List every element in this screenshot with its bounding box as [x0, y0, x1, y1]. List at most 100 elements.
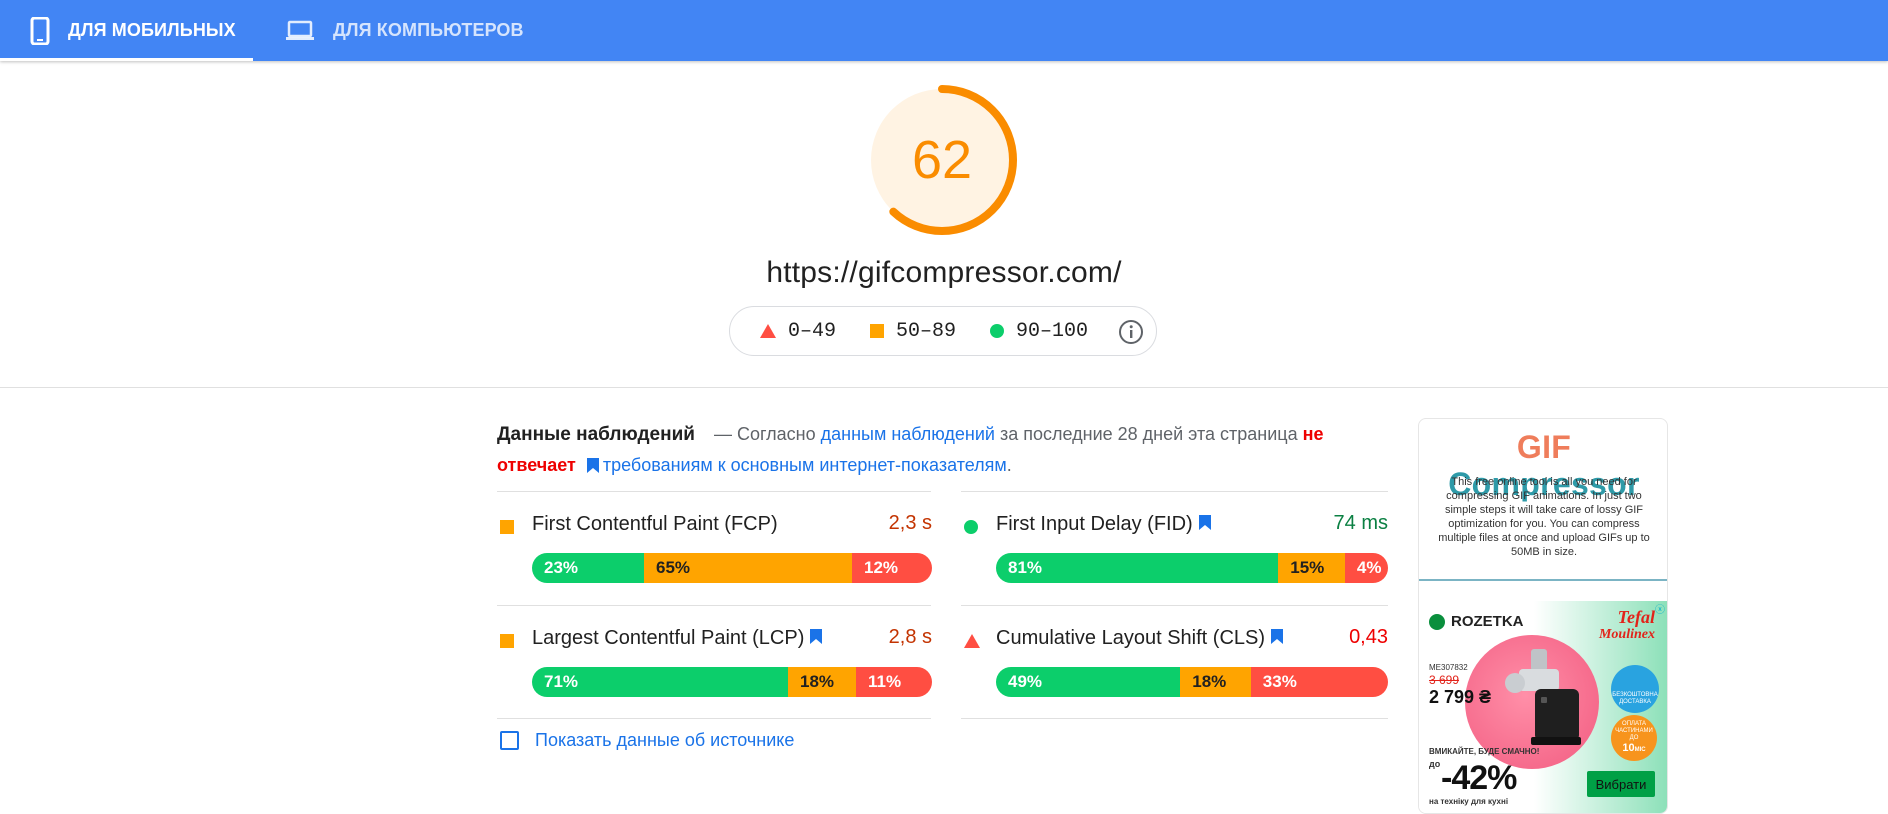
orange-square-icon [870, 324, 885, 338]
metric-fid-name: First Input Delay (FID) [996, 512, 1193, 535]
metric-fcp: First Contentful Paint (FCP) 2,3 s 23% 6… [500, 509, 932, 583]
discount-prefix: до [1429, 759, 1441, 769]
legend-pass: 90–100 [990, 320, 1088, 343]
field-data-summary: Данные наблюдений — Согласно данным набл… [497, 419, 1387, 483]
fid-good-segment: 81% [996, 553, 1279, 583]
metric-fcp-distribution-bar: 23% 65% 12% [532, 553, 932, 583]
legend-average: 50–89 [870, 320, 956, 343]
cls-good-segment: 49% [996, 667, 1181, 697]
tested-url: https://gifcompressor.com/ [766, 256, 1122, 289]
legend-pass-range: 90–100 [1016, 319, 1089, 343]
rozetka-banner[interactable]: ⓧ ROZETKA Tefal Moulinex ME307832 3 699 … [1419, 601, 1667, 813]
ad-separator [1419, 579, 1667, 581]
score-legend: 0–49 50–89 90–100 [729, 306, 1157, 356]
core-web-vitals-link[interactable]: требованиям к основным интернет-показате… [603, 455, 1007, 475]
show-origin-data-toggle[interactable]: Показать данные об источнике [500, 730, 794, 751]
metrics-top-divider-right [961, 491, 1388, 492]
green-circle-icon [990, 324, 1005, 338]
metric-fid-value: 74 ms [1333, 512, 1388, 534]
free-delivery-text: БЕЗКОШТОВНА ДОСТАВКА [1612, 692, 1658, 705]
moulinex-label: Moulinex [1598, 627, 1655, 642]
metrics-bottom-divider-right [961, 718, 1388, 719]
fcp-good-segment: 23% [532, 553, 644, 583]
bookmark-icon [1198, 513, 1211, 536]
metric-cls-distribution-bar: 49% 18% 33% [996, 667, 1388, 697]
metric-cls-name: Cumulative Layout Shift (CLS) [996, 626, 1266, 649]
performance-score-gauge: 62 [864, 82, 1020, 238]
metrics-top-divider-left [497, 491, 931, 492]
green-circle-icon [964, 517, 978, 534]
installment-badge: ОПЛАТА ЧАСТИНАМИ ДО 10МІС [1611, 715, 1657, 761]
old-price: 3 699 [1429, 673, 1460, 687]
adchoices-icon[interactable]: ⓧ [1653, 601, 1667, 616]
meat-grinder-image [1505, 649, 1581, 745]
free-delivery-badge: БЕЗКОШТОВНА ДОСТАВКА [1611, 665, 1659, 713]
smartphone-icon [30, 16, 50, 45]
field-data-link[interactable]: данным наблюдений [821, 424, 995, 444]
choose-button[interactable]: Вибрати [1587, 771, 1655, 797]
legend-fail: 0–49 [760, 320, 836, 343]
cls-average-segment: 18% [1180, 667, 1251, 697]
installment-text: ОПЛАТА ЧАСТИНАМИ ДО [1615, 720, 1653, 741]
legend-fail-range: 0–49 [788, 319, 837, 343]
installment-unit: МІС [1634, 746, 1646, 753]
tefal-label: Tefal [1617, 607, 1655, 627]
cls-poor-segment: 33% [1250, 667, 1388, 697]
discount-category: на техніку для кухні [1429, 797, 1509, 806]
rozetka-label: ROZETKA [1451, 613, 1524, 630]
info-icon[interactable] [1118, 319, 1144, 345]
metric-fcp-name: First Contentful Paint (FCP) [532, 512, 778, 535]
bookmark-icon [586, 452, 599, 483]
fid-poor-segment: 4% [1344, 553, 1388, 583]
bookmark-icon [810, 627, 823, 650]
field-data-text-1: — Согласно [713, 424, 816, 444]
metric-fcp-value: 2,3 s [888, 512, 932, 534]
metric-lcp-distribution-bar: 71% 18% 11% [532, 667, 932, 697]
red-triangle-icon [964, 631, 980, 648]
ad-slogan: ВМИКАЙТЕ, БУДЕ СМАЧНО! [1429, 747, 1540, 756]
metric-fid-distribution-bar: 81% 15% 4% [996, 553, 1388, 583]
advertisement[interactable]: GIF Compressor This free online tool is … [1418, 418, 1668, 814]
metric-cls: Cumulative Layout Shift (CLS) 0,43 49% 1… [964, 623, 1388, 697]
lcp-poor-segment: 11% [856, 667, 932, 697]
section-divider [0, 387, 1888, 388]
lcp-average-segment: 18% [788, 667, 856, 697]
active-tab-indicator [0, 58, 253, 61]
origin-data-checkbox[interactable] [500, 731, 519, 750]
metrics-mid-divider-right [961, 605, 1388, 606]
discount-value: -42% [1441, 759, 1517, 797]
installment-months: 10 [1622, 741, 1635, 754]
field-data-title: Данные наблюдений [497, 424, 695, 445]
orange-square-icon [500, 517, 514, 534]
bookmark-icon [1271, 627, 1284, 650]
field-data-text-3: . [1006, 455, 1012, 475]
metric-lcp-value: 2,8 s [888, 626, 932, 648]
field-data-text-2: за последние 28 дней эта страница [1000, 424, 1298, 444]
orange-square-icon [500, 631, 514, 648]
metric-lcp: Largest Contentful Paint (LCP) 2,8 s 71%… [500, 623, 932, 697]
metrics-bottom-divider-left [497, 718, 931, 719]
tefal-moulinex-logo: Tefal Moulinex [1598, 607, 1655, 643]
tab-desktop-label: ДЛЯ КОМПЬЮТЕРОВ [333, 20, 524, 40]
red-triangle-icon [760, 324, 776, 338]
origin-data-label: Показать данные об источнике [535, 730, 795, 750]
tab-mobile-label: ДЛЯ МОБИЛЬНЫХ [68, 20, 236, 40]
lcp-good-segment: 71% [532, 667, 788, 697]
tab-desktop[interactable]: ДЛЯ КОМПЬЮТЕРОВ [253, 0, 533, 61]
performance-score-value: 62 [911, 130, 973, 190]
ad-description: This free online tool is all you need fo… [1438, 476, 1650, 558]
fcp-average-segment: 65% [644, 553, 852, 583]
legend-average-range: 50–89 [896, 319, 957, 343]
fcp-poor-segment: 12% [852, 553, 932, 583]
new-price: 2 799 ₴ [1429, 687, 1492, 707]
rozetka-logo: ROZETKA [1429, 613, 1524, 630]
ad-title-gif: GIF [1516, 429, 1572, 465]
metric-lcp-name: Largest Contentful Paint (LCP) [532, 626, 805, 649]
tab-mobile[interactable]: ДЛЯ МОБИЛЬНЫХ [0, 0, 253, 61]
device-tab-bar: ДЛЯ МОБИЛЬНЫХ ДЛЯ КОМПЬЮТЕРОВ [0, 0, 1888, 61]
metric-fid: First Input Delay (FID) 74 ms 81% 15% 4% [964, 509, 1388, 583]
laptop-icon [285, 20, 315, 42]
product-sku: ME307832 [1429, 663, 1468, 672]
fid-average-segment: 15% [1278, 553, 1345, 583]
metric-cls-value: 0,43 [1349, 626, 1388, 648]
